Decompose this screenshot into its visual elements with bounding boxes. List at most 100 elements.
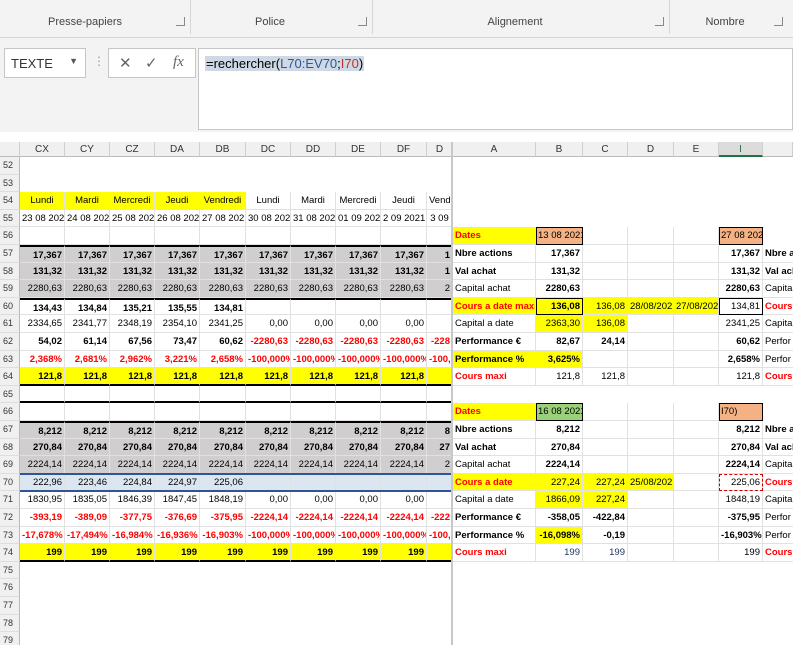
cell[interactable]: Mardi <box>65 192 110 210</box>
cell[interactable]: -16,936% <box>155 526 200 545</box>
cell[interactable]: -375,95 <box>200 509 246 527</box>
cell[interactable]: 136,08 <box>583 315 628 333</box>
cell[interactable]: Dates <box>453 227 536 245</box>
cell[interactable]: 8,212 <box>336 421 381 439</box>
row-header[interactable]: 63 <box>0 350 20 369</box>
cell[interactable] <box>336 473 381 492</box>
row-header[interactable]: 67 <box>0 421 20 439</box>
cell[interactable] <box>583 227 628 245</box>
cell[interactable]: -228 <box>427 333 453 351</box>
cell[interactable]: 121,8 <box>200 368 246 386</box>
cell[interactable]: 2224,14 <box>719 456 763 474</box>
cell[interactable]: -100,( <box>427 526 453 545</box>
cell[interactable]: Cours a date maxi <box>453 297 536 316</box>
cell[interactable]: 2280,63 <box>20 280 65 298</box>
cell[interactable]: 199 <box>110 544 155 562</box>
cell[interactable]: 2280,63 <box>719 280 763 298</box>
cell[interactable]: Mercredi <box>110 192 155 210</box>
cell[interactable] <box>381 227 427 245</box>
cell[interactable] <box>674 280 719 298</box>
cell[interactable]: 121,8 <box>65 368 110 386</box>
cell[interactable] <box>65 403 110 421</box>
cell[interactable]: 13 08 2021 <box>536 227 583 245</box>
cell[interactable]: -358,05 <box>536 509 583 527</box>
cell[interactable]: 27 08 2021 <box>719 227 763 245</box>
cell[interactable]: Val achat <box>453 262 536 281</box>
cell[interactable]: Capital a date <box>453 491 536 509</box>
cell[interactable]: -2280,63 <box>336 333 381 351</box>
cell[interactable] <box>110 385 155 404</box>
row-header[interactable]: 69 <box>0 456 20 474</box>
cell[interactable]: -16,984% <box>110 526 155 545</box>
cell[interactable]: 121,8 <box>155 368 200 386</box>
cell[interactable] <box>427 368 453 386</box>
row-header[interactable]: 58 <box>0 262 20 281</box>
cell[interactable] <box>427 297 453 316</box>
row-header[interactable]: 59 <box>0 280 20 298</box>
column-header[interactable]: DB <box>200 142 246 157</box>
cell[interactable]: 01 09 2021 <box>336 209 381 228</box>
cell[interactable] <box>427 227 453 245</box>
cell[interactable] <box>628 509 674 527</box>
cell[interactable] <box>674 403 719 421</box>
worksheet-grid[interactable]: CX CY CZ DA DB DC DD DE DF D A B C D E I 52 53 54 55 56 57 58 5… <box>0 142 793 645</box>
cell[interactable]: 0,00 <box>291 491 336 509</box>
row-header[interactable]: 73 <box>0 526 20 545</box>
cell[interactable]: 60,62 <box>200 333 246 351</box>
column-header[interactable]: B <box>536 142 583 157</box>
cell[interactable]: Performance % <box>453 350 536 369</box>
cell[interactable]: 134,81 <box>719 297 763 316</box>
cell[interactable]: 8,212 <box>246 421 291 439</box>
cell[interactable]: Cours maxi <box>453 368 536 386</box>
cell[interactable] <box>291 385 336 404</box>
cell[interactable]: 225,06 <box>719 473 763 492</box>
cell[interactable]: 1 <box>427 262 453 281</box>
column-header[interactable]: DD <box>291 142 336 157</box>
cell[interactable]: I70) <box>719 403 763 421</box>
cell[interactable]: 17,367 <box>536 245 583 263</box>
cell[interactable] <box>20 403 65 421</box>
cell[interactable]: -100,000% <box>381 350 427 369</box>
cell[interactable] <box>674 473 719 492</box>
cell[interactable]: 224,84 <box>110 473 155 492</box>
cell[interactable]: Nbre actions <box>453 421 536 439</box>
cell[interactable] <box>427 315 453 333</box>
cell[interactable]: 8,212 <box>110 421 155 439</box>
cell[interactable] <box>674 368 719 386</box>
cell[interactable]: 2224,14 <box>381 456 427 474</box>
cell[interactable] <box>155 403 200 421</box>
dialog-launcher-icon[interactable] <box>358 17 367 26</box>
cell[interactable]: -16,903% <box>719 526 763 545</box>
cell[interactable]: 2224,14 <box>20 456 65 474</box>
cell[interactable]: 2 <box>427 456 453 474</box>
cell[interactable] <box>628 421 674 439</box>
cell[interactable]: 199 <box>246 544 291 562</box>
cell[interactable]: Nbre actions <box>453 245 536 263</box>
cell[interactable]: 30 08 2021 <box>246 209 291 228</box>
cell[interactable] <box>200 227 246 245</box>
cell[interactable]: 2224,14 <box>65 456 110 474</box>
cell[interactable]: Jeudi <box>381 192 427 210</box>
cell[interactable]: 3,625% <box>536 350 583 369</box>
cell[interactable] <box>110 227 155 245</box>
cell[interactable]: 1847,45 <box>155 491 200 509</box>
dialog-launcher-icon[interactable] <box>655 17 664 26</box>
column-header[interactable]: I <box>719 142 763 157</box>
cell[interactable]: 17,367 <box>20 245 65 263</box>
cell[interactable] <box>291 227 336 245</box>
cell[interactable] <box>381 473 427 492</box>
cell[interactable]: -100,000% <box>336 350 381 369</box>
cell[interactable]: 227,24 <box>583 473 628 492</box>
cell[interactable]: 199 <box>536 544 583 562</box>
cell[interactable]: 136,08 <box>536 297 583 316</box>
cell[interactable]: 0,00 <box>336 315 381 333</box>
cell[interactable] <box>65 227 110 245</box>
cell[interactable]: 223,46 <box>65 473 110 492</box>
cell[interactable]: Capital a <box>763 280 793 298</box>
cell[interactable]: 2224,14 <box>291 456 336 474</box>
cell[interactable]: Val achat <box>453 438 536 457</box>
cell[interactable] <box>246 227 291 245</box>
cell[interactable]: 135,55 <box>155 297 200 316</box>
cell[interactable]: 121,8 <box>381 368 427 386</box>
cell[interactable]: 227,24 <box>583 491 628 509</box>
